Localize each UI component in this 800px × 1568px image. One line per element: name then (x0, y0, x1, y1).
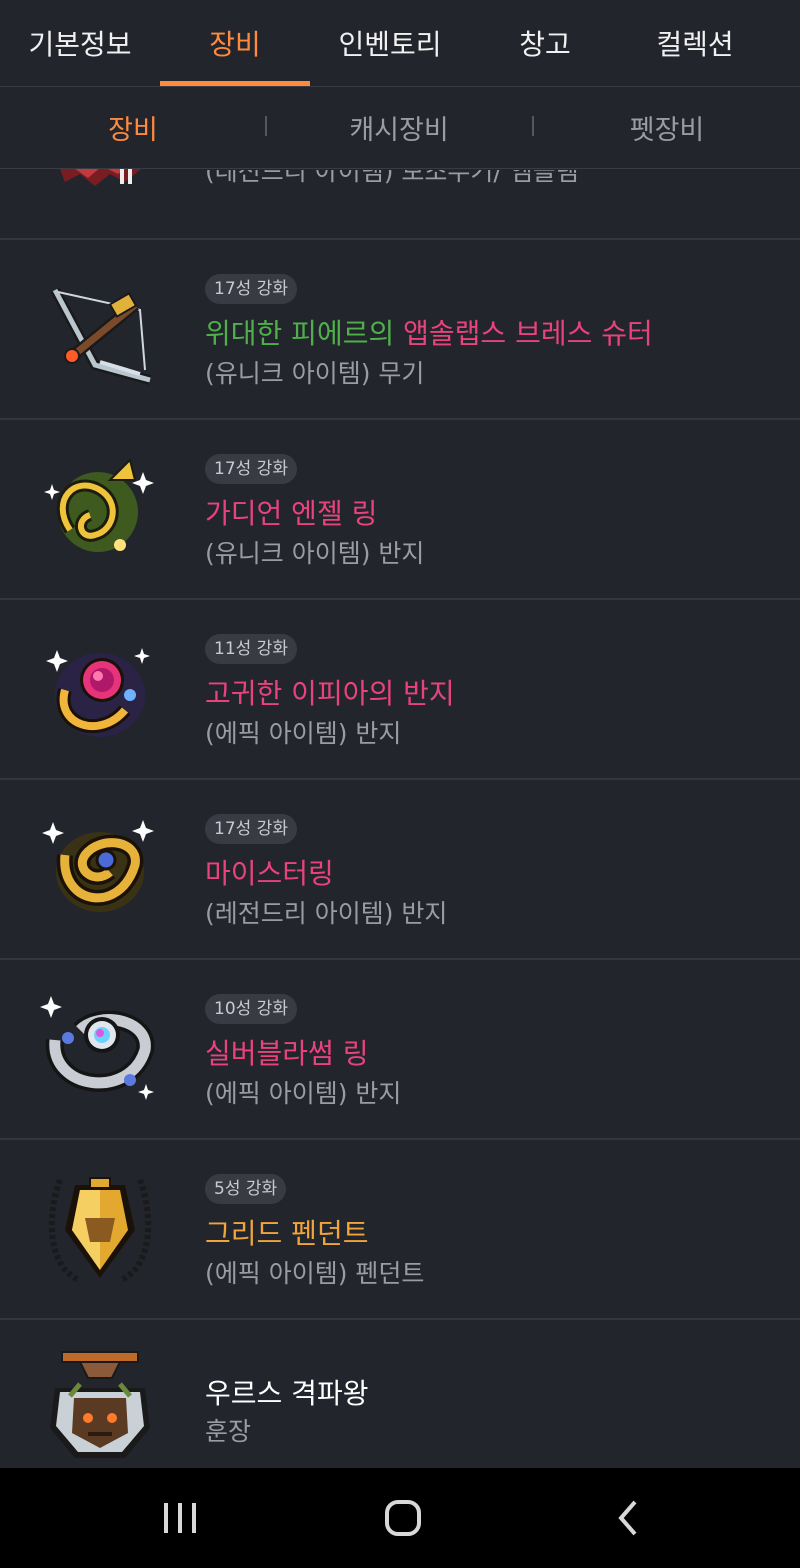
gold-ring-icon (42, 820, 154, 912)
enhancement-badge: 5성 강화 (205, 1174, 287, 1204)
crossbow-icon (50, 287, 152, 385)
back-chevron-icon (618, 1500, 637, 1536)
item-type: (에픽 아이템) 반지 (205, 1079, 402, 1108)
tab-collection[interactable]: 컬렉션 (620, 0, 770, 86)
equipment-row[interactable]: 17성 강화 마이스터링 (레전드리 아이템) 반지 (0, 780, 800, 960)
subtab-cash-equipment[interactable]: 캐시장비 (266, 87, 532, 168)
home-button[interactable] (363, 1488, 443, 1548)
sub-tab-bar: 장비 캐시장비 펫장비 (0, 87, 800, 169)
equipment-row[interactable]: 17성 강화 가디언 엔젤 링 (유니크 아이템) 반지 (0, 420, 800, 600)
subtab-pet-equipment[interactable]: 펫장비 (534, 87, 800, 168)
item-name-prefix: 위대한 피에르의 (205, 317, 404, 350)
item-name: 가디언 엔젤 링 (205, 497, 378, 530)
enhancement-badge: 11성 강화 (205, 634, 297, 664)
equipment-row[interactable]: 5성 강화 그리드 펜던트 (에픽 아이템) 펜던트 (0, 1140, 800, 1320)
tab-equipment[interactable]: 장비 (160, 0, 310, 86)
home-icon (385, 1500, 421, 1536)
item-name: 그리드 펜던트 (205, 1217, 369, 1250)
equipment-row[interactable]: 우르스 격파왕 훈장 (0, 1320, 800, 1480)
item-name: 위대한 피에르의 앱솔랩스 브레스 슈터 (205, 312, 653, 352)
item-type: (유니크 아이템) 무기 (205, 359, 425, 388)
item-name: 고귀한 이피아의 반지 (205, 677, 455, 710)
silver-ring-icon (40, 996, 155, 1100)
tab-storage[interactable]: 창고 (470, 0, 620, 86)
tab-inventory[interactable]: 인벤토리 (310, 0, 470, 86)
enhancement-badge: 17성 강화 (205, 814, 297, 844)
recent-apps-button[interactable] (140, 1488, 220, 1548)
tab-basic-info[interactable]: 기본정보 (0, 0, 160, 86)
item-name: 우르스 격파왕 (205, 1377, 369, 1410)
guardian-angel-ring-icon (44, 458, 154, 552)
enhancement-badge: 17성 강화 (205, 454, 297, 484)
item-type: (레전드리 아이템) 반지 (205, 899, 448, 928)
recent-apps-icon (164, 1503, 196, 1533)
enhancement-badge: 17성 강화 (205, 274, 297, 304)
medal-icon (50, 1351, 150, 1458)
subtab-equipment[interactable]: 장비 (0, 87, 266, 168)
item-type: (에픽 아이템) 펜던트 (205, 1259, 425, 1288)
pendant-icon (48, 1177, 152, 1283)
item-name: 마이스터링 (205, 857, 334, 890)
back-button[interactable] (588, 1488, 668, 1548)
equipment-row[interactable]: 11성 강화 고귀한 이피아의 반지 (에픽 아이템) 반지 (0, 600, 800, 780)
active-tab-indicator (160, 81, 310, 86)
item-type: (유니크 아이템) 반지 (205, 539, 425, 568)
rose-ring-icon (46, 648, 150, 737)
subtab-divider (532, 116, 534, 136)
item-name-main: 앱솔랩스 브레스 슈터 (403, 317, 653, 350)
system-nav-bar (0, 1468, 800, 1568)
main-tab-bar: 기본정보 장비 인벤토리 창고 컬렉션 (0, 0, 800, 87)
enhancement-badge: 10성 강화 (205, 994, 297, 1024)
item-type: (에픽 아이템) 반지 (205, 719, 402, 748)
item-name: 실버블라썸 링 (205, 1037, 369, 1070)
item-type: 훈장 (205, 1417, 252, 1446)
equipment-row[interactable]: 10성 강화 실버블라썸 링 (에픽 아이템) 반지 (0, 960, 800, 1140)
equipment-row[interactable]: 17성 강화 위대한 피에르의 앱솔랩스 브레스 슈터 (유니크 아이템) 무기 (0, 240, 800, 420)
subtab-divider (265, 116, 267, 136)
